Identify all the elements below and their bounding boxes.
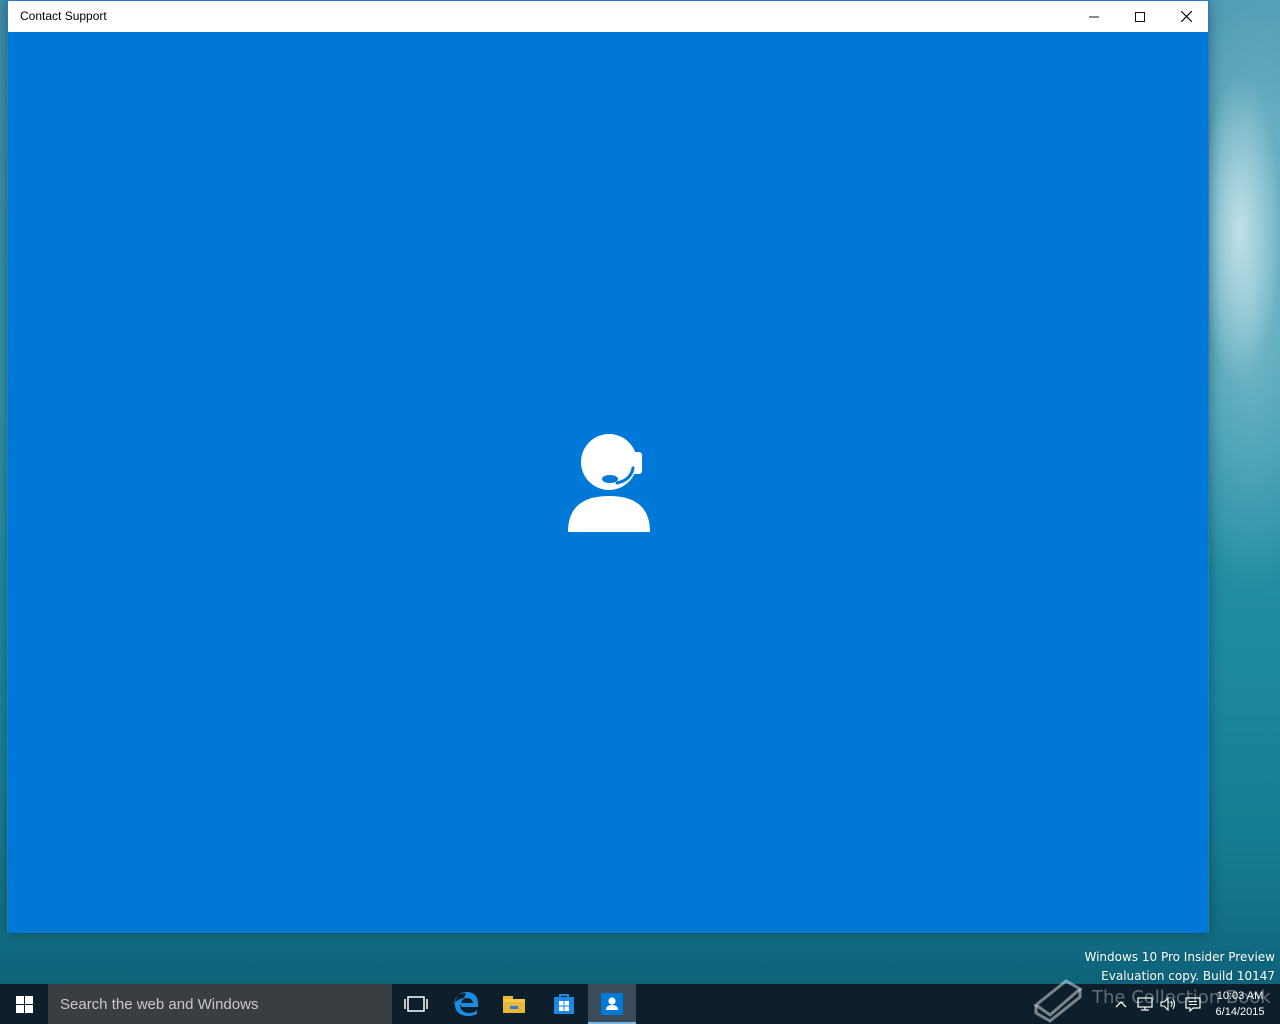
app-window: Contact Support xyxy=(7,0,1209,933)
store-icon xyxy=(554,994,574,1014)
taskbar: Search the web and Windows 10:03 AM 6/14… xyxy=(0,984,1280,1024)
title-bar[interactable]: Contact Support xyxy=(8,1,1208,32)
windows-logo-icon xyxy=(15,995,33,1013)
clock-time: 10:03 AM xyxy=(1216,990,1264,1002)
store-taskbar-button[interactable] xyxy=(540,984,588,1024)
network-icon xyxy=(1137,997,1153,1011)
chevron-up-icon xyxy=(1115,1001,1127,1008)
file-explorer-icon xyxy=(503,996,525,1013)
minimize-icon xyxy=(1089,16,1099,17)
clock-date: 6/14/2015 xyxy=(1215,1006,1265,1018)
build-watermark-line2: Evaluation copy. Build 10147 xyxy=(1101,969,1275,983)
volume-icon xyxy=(1160,997,1176,1011)
search-placeholder: Search the web and Windows xyxy=(60,995,259,1013)
maximize-icon xyxy=(1135,11,1145,22)
network-button[interactable] xyxy=(1134,984,1156,1024)
action-center-button[interactable] xyxy=(1182,984,1204,1024)
file-explorer-taskbar-button[interactable] xyxy=(490,984,538,1024)
minimize-button[interactable] xyxy=(1071,1,1117,32)
support-agent-icon xyxy=(568,434,650,532)
search-box[interactable]: Search the web and Windows xyxy=(48,984,392,1024)
edge-taskbar-button[interactable] xyxy=(442,984,490,1024)
contact-support-taskbar-button[interactable] xyxy=(588,984,636,1024)
close-button[interactable] xyxy=(1163,1,1209,32)
splash-content xyxy=(8,32,1208,933)
start-button[interactable] xyxy=(0,984,48,1024)
system-clock[interactable]: 10:03 AM 6/14/2015 xyxy=(1206,988,1274,1020)
show-hidden-icons-button[interactable] xyxy=(1110,984,1132,1024)
build-watermark-line1: Windows 10 Pro Insider Preview xyxy=(1084,950,1275,964)
window-title: Contact Support xyxy=(20,9,107,23)
task-view-icon xyxy=(404,996,428,1012)
edge-icon xyxy=(454,992,478,1016)
contact-support-icon xyxy=(601,993,623,1015)
maximize-button[interactable] xyxy=(1117,1,1163,32)
close-icon xyxy=(1180,11,1192,22)
action-center-icon xyxy=(1185,996,1201,1012)
volume-button[interactable] xyxy=(1158,984,1180,1024)
task-view-button[interactable] xyxy=(392,984,440,1024)
